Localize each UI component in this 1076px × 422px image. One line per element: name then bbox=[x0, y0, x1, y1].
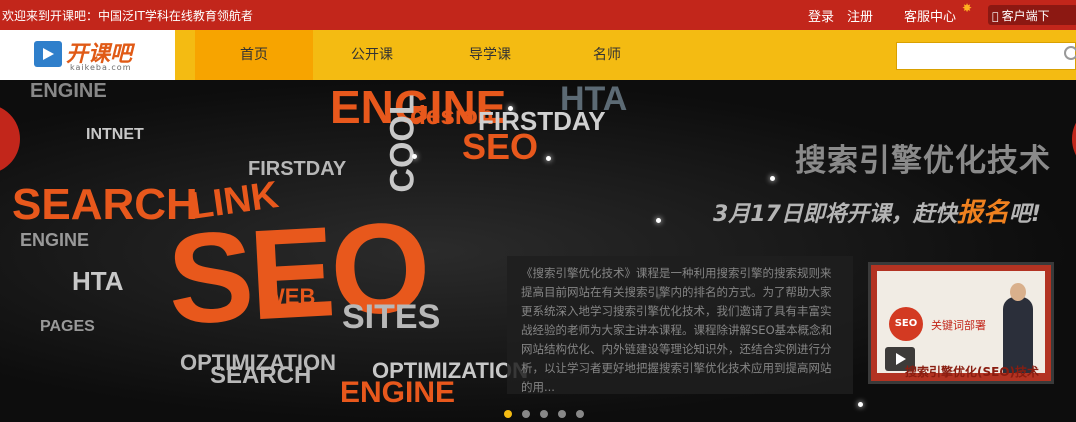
prev-slide-button[interactable] bbox=[0, 104, 20, 174]
course-description-panel: 《搜索引擎优化技术》课程是一种利用搜索引擎的搜索规则来提高目前网站在有关搜索引擎… bbox=[507, 256, 853, 394]
slide-dot[interactable] bbox=[522, 410, 530, 418]
lecturer-figure bbox=[1003, 283, 1033, 373]
banner-subtitle-prefix: 3月17日即将开课，赶快 bbox=[713, 202, 957, 227]
video-frame: SEO 关键词部署 bbox=[877, 271, 1045, 373]
nav-item-home[interactable]: 首页 bbox=[195, 30, 313, 80]
play-logo-icon bbox=[34, 41, 62, 67]
main-nav: 开课吧 kaikeba.com 首页 公开课 导学课 名师 bbox=[0, 30, 1076, 80]
search-input[interactable] bbox=[896, 42, 1076, 70]
video-caption: 搜索引擎优化(SEO)技术 bbox=[905, 365, 1040, 379]
sparkle-dot bbox=[656, 218, 661, 223]
hero-banner[interactable]: ENGINE INTNET ENGINE SEARCH HTA PAGES EN… bbox=[0, 80, 1076, 422]
client-download-button[interactable]: 客户端下 bbox=[988, 5, 1076, 25]
banner-word: PAGES bbox=[40, 318, 95, 335]
slide-dot[interactable] bbox=[540, 410, 548, 418]
sparkle-dot bbox=[770, 176, 775, 181]
nav-item-open-course[interactable]: 公开课 bbox=[313, 30, 431, 80]
welcome-text: 欢迎来到开课吧：中国泛IT学科在线教育领航者 bbox=[2, 9, 253, 23]
banner-word: ENGINE bbox=[340, 376, 456, 409]
site-logo[interactable]: 开课吧 kaikeba.com bbox=[0, 30, 175, 80]
seo-badge: SEO bbox=[889, 307, 923, 341]
nav-item-teachers[interactable]: 名师 bbox=[548, 30, 666, 80]
sparkle-dot bbox=[858, 402, 863, 407]
banner-word: ENGINE bbox=[20, 230, 90, 250]
slide-dot[interactable] bbox=[576, 410, 584, 418]
banner-word: COOL bbox=[383, 94, 422, 193]
client-download-label: 客户端下 bbox=[995, 9, 1050, 23]
sparkle-dot bbox=[546, 156, 551, 161]
banner-word: SEO bbox=[462, 126, 539, 167]
banner-word: INTNET bbox=[86, 126, 144, 143]
banner-word: ENGINE bbox=[30, 80, 107, 102]
slide-indicators bbox=[504, 403, 594, 418]
course-video-thumbnail[interactable]: SEO 关键词部署 搜索引擎优化(SEO)技术 bbox=[868, 262, 1054, 384]
banner-word: HTA bbox=[72, 266, 124, 296]
sparkle-icon: ✸ bbox=[962, 1, 973, 15]
search-icon[interactable] bbox=[1064, 46, 1076, 60]
customer-service-link[interactable]: 客服中心 bbox=[904, 6, 956, 25]
banner-subtitle-suffix: 吧! bbox=[1008, 202, 1041, 227]
video-keyword: 关键词部署 bbox=[931, 319, 986, 332]
banner-word: SEARCH bbox=[210, 362, 312, 389]
course-description: 《搜索引擎优化技术》课程是一种利用搜索引擎的搜索规则来提高目前网站在有关搜索引擎… bbox=[521, 266, 833, 394]
top-bar: 欢迎来到开课吧：中国泛IT学科在线教育领航者 登录 注册 客服中心 ✸ 客户端… bbox=[0, 0, 1076, 30]
slide-dot[interactable] bbox=[558, 410, 566, 418]
sparkle-dot bbox=[412, 154, 417, 159]
apple-android-icon:  bbox=[992, 10, 999, 23]
banner-subtitle-highlight: 报名 bbox=[956, 198, 1009, 228]
banner-word: SITES bbox=[342, 298, 441, 336]
banner-subtitle: 3月17日即将开课，赶快报名吧! bbox=[713, 192, 1041, 229]
banner-word: FIRSTDAY bbox=[248, 158, 347, 180]
nav-item-guide-course[interactable]: 导学课 bbox=[431, 30, 549, 80]
login-link[interactable]: 登录 bbox=[808, 6, 834, 25]
sparkle-dot bbox=[508, 106, 513, 111]
banner-title: 搜索引擎优化技术 bbox=[795, 143, 1051, 179]
next-slide-button[interactable] bbox=[1072, 104, 1076, 174]
logo-subtext: kaikeba.com bbox=[70, 63, 132, 72]
slide-dot[interactable] bbox=[504, 410, 512, 418]
register-link[interactable]: 注册 bbox=[847, 6, 873, 25]
